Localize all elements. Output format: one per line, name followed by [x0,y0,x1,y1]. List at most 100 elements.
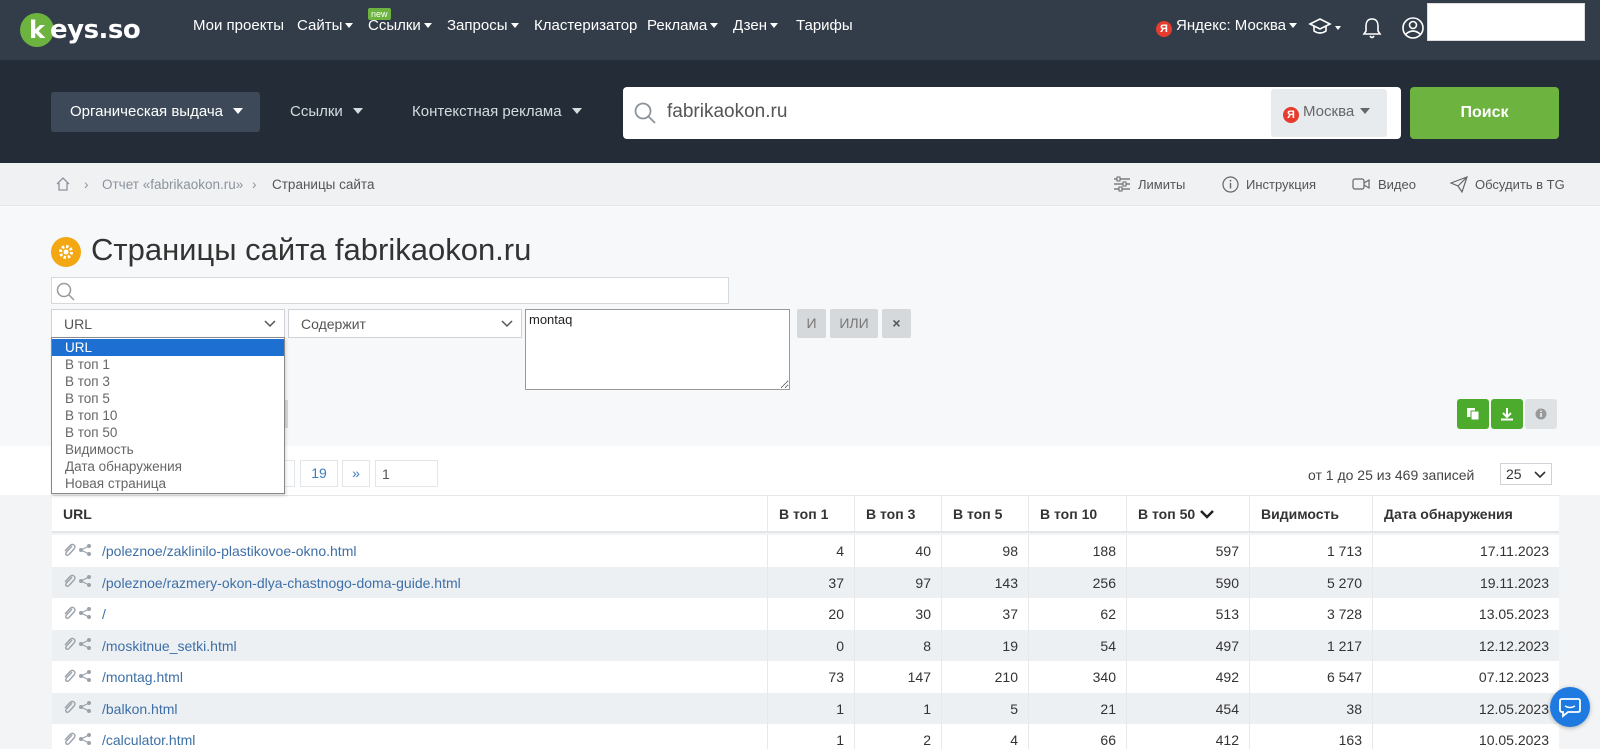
paperclip-icon[interactable] [62,605,76,624]
page-number-input[interactable] [375,460,438,487]
bell-icon[interactable] [1362,16,1382,45]
nav-clusterizer[interactable]: Кластеризатор [534,17,637,34]
share-icon[interactable] [78,669,92,686]
url-link[interactable]: /poleznoe/zaklinilo-plastikovoe-okno.htm… [102,543,356,559]
table-cell: 5 [942,692,1029,725]
dropdown-option[interactable]: В топ 3 [52,373,284,390]
logo[interactable]: k eys.so [20,10,141,50]
share-icon[interactable] [78,700,92,717]
gear-icon [51,237,81,267]
domain-search-input[interactable] [667,99,1227,125]
chevron-down-icon [345,23,354,28]
dropdown-option[interactable]: Видимость [52,441,284,458]
table-cell: 4 [768,535,855,567]
filter-condition-select[interactable]: Содержит [288,309,522,338]
video-link[interactable]: Видео [1378,177,1416,192]
share-icon[interactable] [78,606,92,623]
paperclip-icon[interactable] [62,542,76,561]
breadcrumb-current: Страницы сайта [272,177,375,192]
copy-button[interactable] [1457,399,1489,429]
table-cell: 19 [942,629,1029,662]
share-icon[interactable] [78,732,92,749]
region-selector[interactable]: Я Яндекс: Москва [1156,17,1297,37]
chat-button[interactable] [1550,687,1590,727]
url-link[interactable]: /moskitnue_setki.html [102,638,237,654]
remove-filter-button[interactable]: × [882,309,911,338]
or-button[interactable]: ИЛИ [830,309,878,338]
filter-field-select[interactable]: URL [51,309,285,338]
tab-organic[interactable]: Органическая выдача [51,92,260,132]
column-header-visibility[interactable]: Видимость [1250,496,1373,531]
nav-sites[interactable]: Сайты [297,17,354,34]
column-header-top10[interactable]: В топ 10 [1029,496,1127,531]
url-link[interactable]: /montag.html [102,669,183,685]
nav-dzen[interactable]: Дзен [733,17,778,34]
dropdown-option[interactable]: Дата обнаружения [52,458,284,475]
dropdown-option[interactable]: В топ 50 [52,424,284,441]
tab-context-ads[interactable]: Контекстная реклама [412,103,582,120]
table-cell: 19.11.2023 [1479,574,1549,591]
url-link[interactable]: /calculator.html [102,732,195,748]
per-page-select[interactable]: 25 [1500,463,1552,485]
dropdown-option[interactable]: В топ 10 [52,407,284,424]
info-button[interactable] [1525,399,1557,429]
column-header-top50[interactable]: В топ 50 [1127,496,1250,531]
column-header-date[interactable]: Дата обнаружения [1373,496,1559,531]
search-button[interactable]: Поиск [1410,87,1559,139]
tab-links[interactable]: Ссылки [290,103,363,120]
graduation-cap-icon[interactable] [1308,16,1342,45]
breadcrumb-separator: › [252,177,257,192]
filter-search-input[interactable] [51,277,729,304]
nav-links[interactable]: Ссылки [368,17,432,34]
url-link[interactable]: /poleznoe/razmery-okon-dlya-chastnogo-do… [102,575,461,591]
user-icon[interactable] [1401,16,1425,45]
home-icon[interactable] [55,176,71,192]
column-header-top3[interactable]: В топ 3 [855,496,942,531]
paperclip-icon[interactable] [62,668,76,687]
paperclip-icon[interactable] [62,636,76,655]
nav-tariffs[interactable]: Тарифы [796,17,853,34]
share-icon[interactable] [78,637,92,654]
table-cell: 1 [855,692,942,725]
url-cell: /calculator.html [52,724,768,749]
dropdown-option[interactable]: URL [52,339,284,356]
nav-ads[interactable]: Реклама [647,17,719,34]
page-title: Страницы сайта fabrikaokon.ru [91,232,532,267]
filter-value-textarea[interactable]: montaq [525,309,790,390]
nav-my-projects[interactable]: Мои проекты [193,17,284,34]
search-region-selector[interactable]: Я Москва [1271,89,1387,137]
table-cell: 188 [1029,535,1127,567]
info-icon [1535,408,1547,420]
url-cell: /balkon.html [52,692,768,725]
discuss-tg-link[interactable]: Обсудить в TG [1475,177,1565,192]
download-button[interactable] [1491,399,1523,429]
url-cell: /moskitnue_setki.html [52,629,768,662]
table-row: /moskitnue_setki.html 0 8 19 54 497 1 217 12.12… [52,629,1559,662]
dropdown-option[interactable]: Новая страница [52,475,284,492]
account-box[interactable] [1427,3,1585,41]
paperclip-icon[interactable] [62,731,76,749]
table-cell: 21 [1029,692,1127,725]
share-icon[interactable] [78,574,92,591]
page-button-last[interactable]: 19 [300,460,338,487]
logo-text: eys.so [50,15,141,45]
breadcrumb-separator: › [84,177,89,192]
limits-link[interactable]: Лимиты [1138,177,1185,192]
url-link[interactable]: /balkon.html [102,701,177,717]
share-icon[interactable] [78,543,92,560]
column-header-top5[interactable]: В топ 5 [942,496,1029,531]
dropdown-option[interactable]: В топ 5 [52,390,284,407]
chevron-down-icon [710,23,719,28]
column-header-top1[interactable]: В топ 1 [768,496,855,531]
next-page-button[interactable]: » [342,460,370,487]
url-link[interactable]: / [102,606,106,622]
breadcrumb-report[interactable]: Отчет «fabrikaokon.ru» [102,177,243,192]
instruction-link[interactable]: Инструкция [1246,177,1316,192]
url-cell: / [52,598,768,630]
paperclip-icon[interactable] [62,573,76,592]
dropdown-option[interactable]: В топ 1 [52,356,284,373]
nav-queries[interactable]: Запросы [447,17,519,34]
and-button[interactable]: И [797,309,826,338]
paperclip-icon[interactable] [62,699,76,718]
column-header-url[interactable]: URL [52,496,768,531]
